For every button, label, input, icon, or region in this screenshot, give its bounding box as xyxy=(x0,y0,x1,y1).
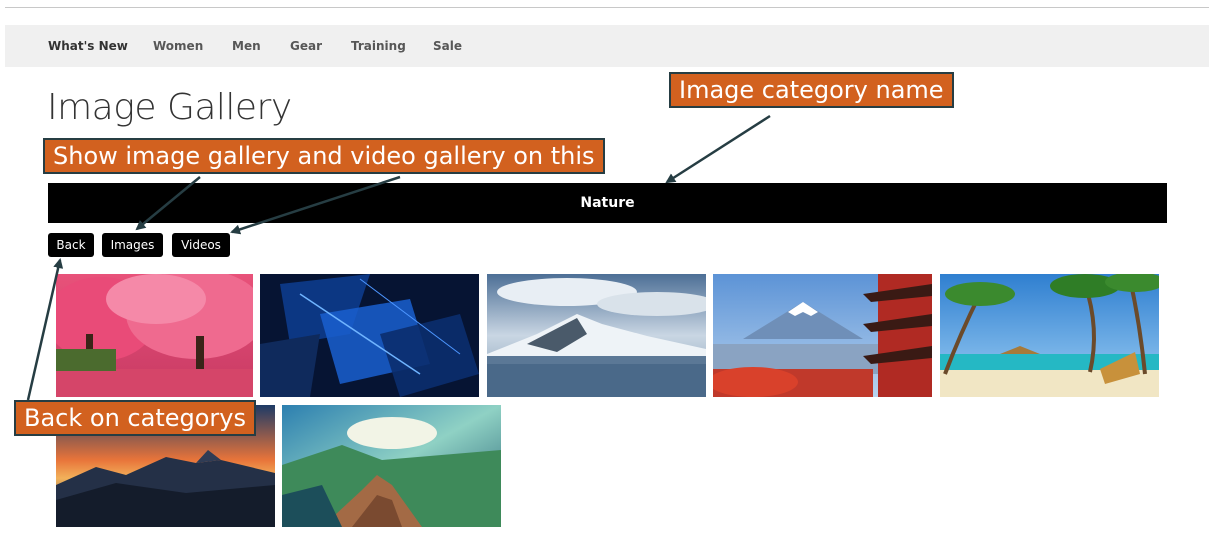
gallery-image-tropical-beach[interactable] xyxy=(940,274,1159,397)
fuji-pagoda-picture xyxy=(713,274,932,397)
category-header: Nature xyxy=(48,183,1167,223)
gallery-image-snowy-mountain[interactable] xyxy=(487,274,706,397)
videos-button[interactable]: Videos xyxy=(172,233,230,257)
back-callout: Back on categorys xyxy=(14,400,256,436)
gallery-toggle-callout: Show image gallery and video gallery on … xyxy=(43,138,605,174)
top-divider xyxy=(5,7,1209,8)
nav-item-women[interactable]: Women xyxy=(153,39,203,53)
page-title: Image Gallery xyxy=(47,87,292,128)
mountain-ridge-picture xyxy=(282,405,501,527)
nav-item-men[interactable]: Men xyxy=(232,39,261,53)
pink-trees-picture xyxy=(56,274,253,397)
snowy-mountain-picture xyxy=(487,274,706,397)
tropical-beach-picture xyxy=(940,274,1159,397)
nav-item-training[interactable]: Training xyxy=(351,39,406,53)
main-navigation: What's New Women Men Gear Training Sale xyxy=(5,25,1209,67)
abstract-blue-picture xyxy=(260,274,479,397)
gallery-image-pink-trees[interactable] xyxy=(56,274,253,397)
category-name: Nature xyxy=(580,195,635,211)
back-button[interactable]: Back xyxy=(48,233,94,257)
nav-item-whats-new[interactable]: What's New xyxy=(48,39,128,53)
images-button[interactable]: Images xyxy=(102,233,163,257)
nav-item-gear[interactable]: Gear xyxy=(290,39,322,53)
gallery-image-mountain-ridge[interactable] xyxy=(282,405,501,527)
gallery-image-abstract-blue[interactable] xyxy=(260,274,479,397)
nav-item-sale[interactable]: Sale xyxy=(433,39,462,53)
gallery-image-fuji-pagoda[interactable] xyxy=(713,274,932,397)
category-name-callout: Image category name xyxy=(669,72,954,108)
